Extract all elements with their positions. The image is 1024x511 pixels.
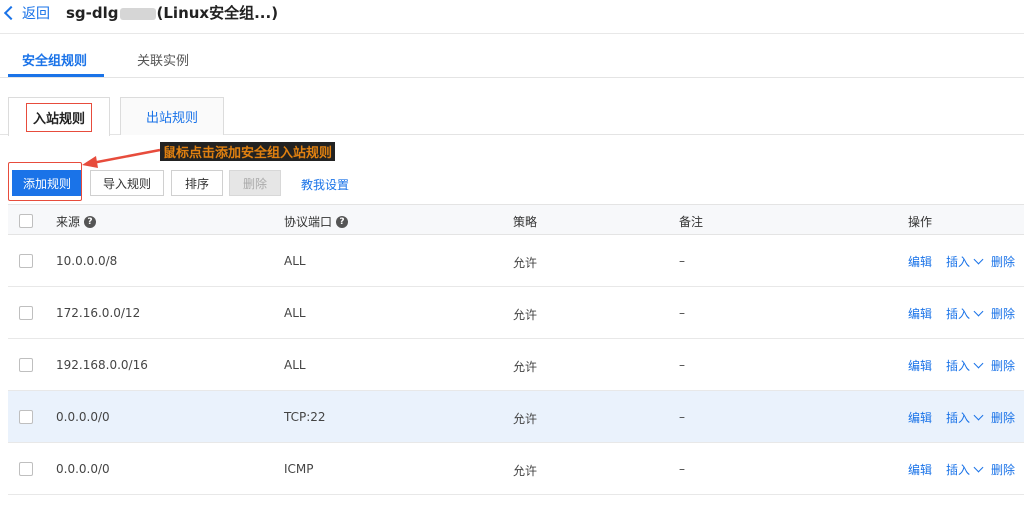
chevron-down-icon: [973, 306, 984, 317]
table-row: 10.0.0.0/8 ALL 允许 – 编辑 插入 删除: [8, 235, 1024, 287]
note-cell: –: [679, 306, 685, 320]
tab-security-rules[interactable]: 安全组规则: [22, 50, 87, 69]
insert-label: 插入: [946, 255, 971, 269]
source-cell: 0.0.0.0/0: [56, 462, 110, 476]
tab-inbound-rules[interactable]: 入站规则: [8, 97, 110, 136]
edit-link[interactable]: 编辑: [908, 461, 932, 478]
delete-link[interactable]: 删除: [991, 305, 1015, 322]
port-cell: ALL: [284, 254, 306, 268]
policy-cell: 允许: [513, 464, 538, 478]
annotation-text: 鼠标点击添加安全组入站规则: [160, 142, 336, 161]
edit-link[interactable]: 编辑: [908, 409, 932, 426]
table-row: 0.0.0.0/0 ICMP 允许 – 编辑 插入 删除: [8, 443, 1024, 495]
column-source: 来源 ?: [56, 213, 97, 230]
edit-link[interactable]: 编辑: [908, 253, 932, 270]
column-action: 操作: [908, 215, 933, 229]
delete-button[interactable]: 删除: [229, 170, 281, 196]
row-checkbox[interactable]: [19, 358, 33, 372]
chevron-down-icon: [973, 462, 984, 473]
rule-direction-tabs: 入站规则 出站规则: [0, 97, 1024, 136]
port-cell: ALL: [284, 358, 306, 372]
insert-dropdown[interactable]: 插入: [946, 461, 988, 478]
chevron-down-icon: [973, 254, 984, 265]
select-all-checkbox[interactable]: [19, 214, 33, 228]
source-cell: 172.16.0.0/12: [56, 306, 141, 320]
sort-button[interactable]: 排序: [171, 170, 223, 196]
row-checkbox[interactable]: [19, 254, 33, 268]
tab-outbound-rules[interactable]: 出站规则: [120, 97, 224, 135]
source-cell: 0.0.0.0/0: [56, 410, 110, 424]
insert-dropdown[interactable]: 插入: [946, 357, 988, 374]
delete-link[interactable]: 删除: [991, 409, 1015, 426]
add-rule-button[interactable]: 添加规则: [12, 170, 82, 196]
chevron-down-icon: [973, 410, 984, 421]
note-cell: –: [679, 358, 685, 372]
chevron-left-icon: [3, 5, 19, 21]
policy-cell: 允许: [513, 360, 538, 374]
edit-link[interactable]: 编辑: [908, 305, 932, 322]
guide-link[interactable]: 教我设置: [301, 176, 349, 193]
insert-dropdown[interactable]: 插入: [946, 409, 988, 426]
back-label: 返回: [22, 6, 50, 22]
row-checkbox[interactable]: [19, 462, 33, 476]
import-rules-button[interactable]: 导入规则: [90, 170, 164, 196]
note-cell: –: [679, 254, 685, 268]
table-header: 来源 ? 协议端口 ? 策略 备注 操作: [8, 204, 1024, 235]
page-title: sg-dlg (Linux安全组...): [66, 2, 278, 23]
port-cell: ALL: [284, 306, 306, 320]
insert-label: 插入: [946, 359, 971, 373]
row-checkbox[interactable]: [19, 306, 33, 320]
column-policy: 策略: [513, 215, 538, 229]
chevron-down-icon: [973, 358, 984, 369]
table-row: 0.0.0.0/0 TCP:22 允许 – 编辑 插入 删除: [8, 391, 1024, 443]
tab-associated-instances[interactable]: 关联实例: [137, 50, 189, 69]
policy-cell: 允许: [513, 256, 538, 270]
title-prefix: sg-dlg: [66, 4, 119, 22]
delete-link[interactable]: 删除: [991, 357, 1015, 374]
column-source-label: 来源: [56, 215, 81, 229]
policy-cell: 允许: [513, 412, 538, 426]
insert-label: 插入: [946, 307, 971, 321]
insert-label: 插入: [946, 411, 971, 425]
delete-link[interactable]: 删除: [991, 253, 1015, 270]
insert-dropdown[interactable]: 插入: [946, 305, 988, 322]
title-suffix: (Linux安全组...): [156, 4, 279, 22]
toolbar: 添加规则 导入规则 排序 删除 教我设置: [0, 164, 1024, 204]
note-cell: –: [679, 410, 685, 424]
redacted-text: [119, 7, 156, 20]
edit-link[interactable]: 编辑: [908, 357, 932, 374]
insert-dropdown[interactable]: 插入: [946, 253, 988, 270]
policy-cell: 允许: [513, 308, 538, 322]
port-cell: ICMP: [284, 462, 314, 476]
active-tab-indicator: [8, 74, 104, 77]
help-icon[interactable]: ?: [84, 215, 97, 228]
page-header: 返回 sg-dlg (Linux安全组...): [0, 0, 1024, 34]
back-button[interactable]: 返回: [2, 3, 50, 23]
main-tabs: 安全组规则 关联实例: [0, 35, 1024, 78]
inbound-rules-label: 入站规则: [25, 102, 92, 132]
insert-label: 插入: [946, 463, 971, 477]
column-port: 协议端口 ?: [284, 213, 349, 230]
table-row: 192.168.0.0/16 ALL 允许 – 编辑 插入 删除: [8, 339, 1024, 391]
table-row: 172.16.0.0/12 ALL 允许 – 编辑 插入 删除: [8, 287, 1024, 339]
column-note: 备注: [679, 215, 704, 229]
source-cell: 10.0.0.0/8: [56, 254, 118, 268]
port-cell: TCP:22: [284, 410, 326, 424]
help-icon[interactable]: ?: [336, 215, 349, 228]
column-port-label: 协议端口: [284, 215, 333, 229]
delete-link[interactable]: 删除: [991, 461, 1015, 478]
note-cell: –: [679, 462, 685, 476]
rules-table: 来源 ? 协议端口 ? 策略 备注 操作 10.0.0.0/8 ALL 允许 –…: [8, 204, 1024, 495]
source-cell: 192.168.0.0/16: [56, 358, 148, 372]
row-checkbox[interactable]: [19, 410, 33, 424]
